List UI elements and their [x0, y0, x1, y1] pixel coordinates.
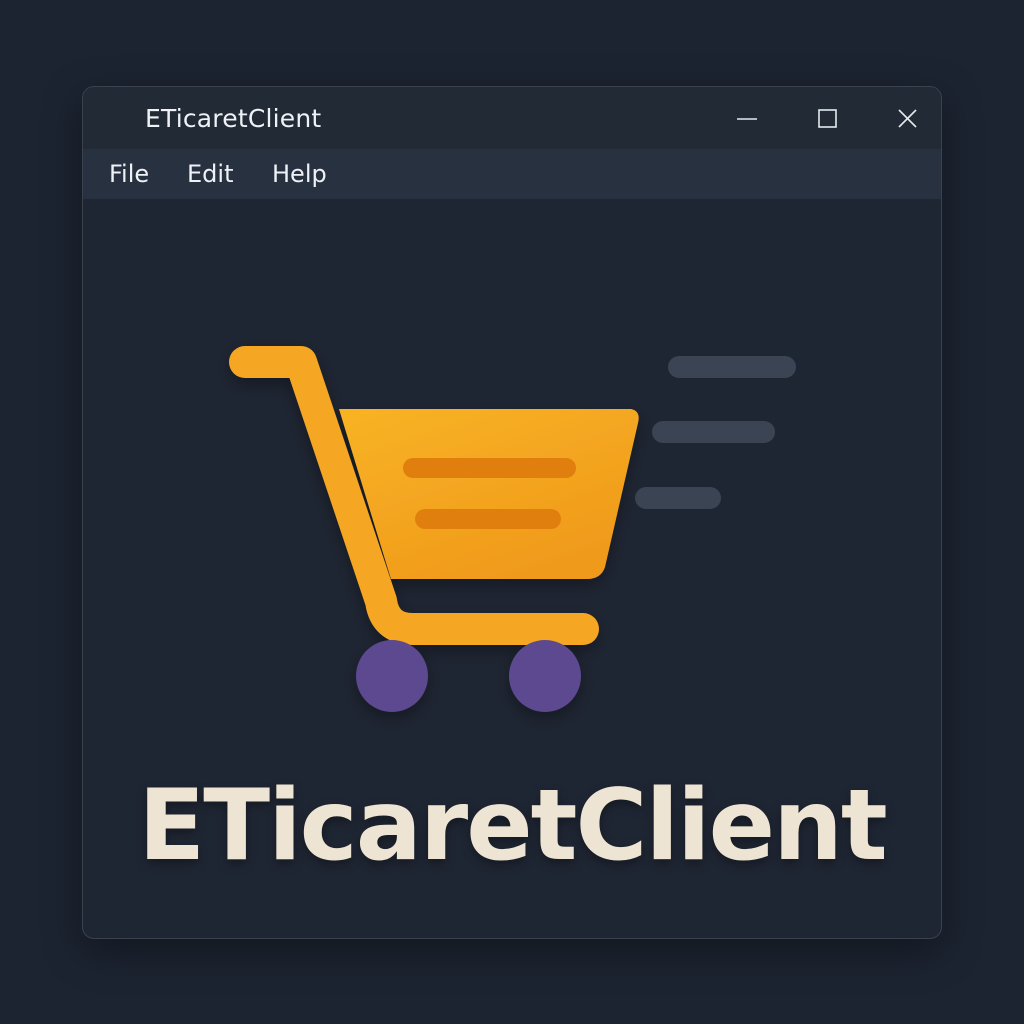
shopping-cart-icon — [229, 346, 796, 712]
maximize-icon — [818, 109, 837, 128]
menu-help[interactable]: Help — [272, 160, 327, 188]
menu-edit[interactable]: Edit — [187, 160, 233, 188]
main-content: ETicaretClient — [83, 199, 941, 938]
menu-bar: File Edit Help — [83, 149, 941, 199]
maximize-button[interactable] — [799, 99, 855, 139]
title-bar[interactable]: ETicaretClient — [83, 87, 941, 149]
minimize-button[interactable] — [719, 99, 775, 139]
app-name-heading: ETicaretClient — [138, 769, 887, 883]
window-title: ETicaretClient — [145, 104, 322, 133]
close-icon — [898, 109, 917, 128]
menu-file[interactable]: File — [109, 160, 149, 188]
minimize-icon — [737, 118, 757, 120]
speed-lines — [635, 356, 796, 509]
app-window: ETicaretClient File Edit Help ETicaretCl… — [82, 86, 942, 939]
close-button[interactable] — [879, 99, 935, 139]
